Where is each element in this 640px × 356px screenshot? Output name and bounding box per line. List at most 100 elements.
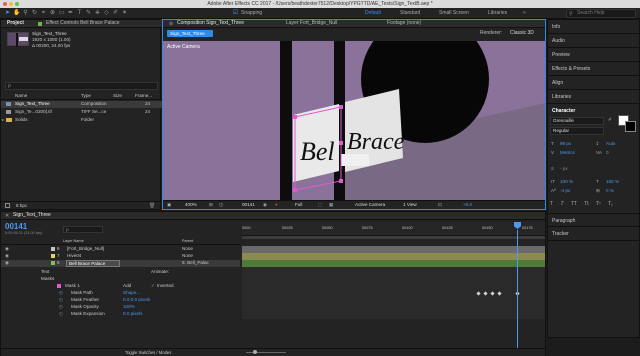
mask-visibility-icon[interactable]: ◫ xyxy=(219,202,223,208)
text-property-group[interactable]: Text xyxy=(41,269,49,275)
brush-tool-icon[interactable]: ✎ xyxy=(85,10,92,17)
layer-duration-bar[interactable] xyxy=(242,246,545,253)
layer-parent[interactable]: None xyxy=(182,253,193,259)
lock-icon[interactable]: ⊘ xyxy=(169,21,173,27)
mask-color-swatch[interactable] xyxy=(57,284,61,288)
panel-audio[interactable]: Audio xyxy=(548,34,640,48)
stopwatch-icon[interactable]: ◴ xyxy=(59,297,63,303)
superscript-button[interactable]: T¹ xyxy=(596,201,601,207)
label-color-swatch[interactable] xyxy=(51,254,55,258)
layer-parent[interactable]: 9. Bell_Palac xyxy=(182,260,209,266)
pan-behind-tool-icon[interactable]: ⊕ xyxy=(49,10,56,17)
font-family-dropdown[interactable]: Grenouille xyxy=(550,117,604,125)
eraser-tool-icon[interactable]: ◇ xyxy=(103,10,110,17)
tab-effect-controls[interactable]: Effect Controls Bell Brace Palace xyxy=(46,20,120,27)
pixel-aspect-icon[interactable]: ⊡ xyxy=(438,202,442,208)
camera-view-dropdown[interactable]: Active Camera xyxy=(355,202,385,208)
baseline-shift-value[interactable]: -4 px xyxy=(560,188,570,194)
tab-composition[interactable]: Composition Sign_Text_Three xyxy=(177,20,244,27)
column-frame[interactable]: Frame... xyxy=(135,93,152,99)
rotate-tool-icon[interactable]: ↻ xyxy=(31,10,38,17)
mask-opacity-row[interactable]: ◴ Mask Opacity 100% xyxy=(1,304,240,311)
faux-bold-button[interactable]: T xyxy=(550,201,553,207)
trash-icon[interactable]: 🗑 xyxy=(149,203,155,209)
rectangle-tool-icon[interactable]: ▭ xyxy=(58,10,65,17)
mask-feather-row[interactable]: ◴ Mask Feather 0.0,0.0 pixels xyxy=(1,297,240,304)
selection-tool-icon[interactable]: ➤ xyxy=(4,10,11,17)
timeline-current-time[interactable]: 00141 xyxy=(5,222,27,231)
mask-expansion-value[interactable]: 0.0 pixels xyxy=(123,311,142,317)
puppet-tool-icon[interactable]: ✶ xyxy=(121,10,128,17)
workspace-libraries[interactable]: Libraries xyxy=(488,10,507,17)
current-time[interactable]: 00141 xyxy=(242,202,255,208)
tab-project[interactable]: Project xyxy=(7,20,24,27)
mask-expansion-row[interactable]: ◴ Mask Expansion 0.0 pixels xyxy=(1,311,240,318)
zoom-window-button[interactable] xyxy=(15,2,19,6)
small-caps-button[interactable]: Tt xyxy=(584,201,588,207)
work-area-bar[interactable] xyxy=(242,236,545,239)
always-preview-icon[interactable]: ▣ xyxy=(167,202,171,208)
mask-feather-value[interactable]: 0.0,0.0 pixels xyxy=(123,297,150,303)
tab-timeline-comp[interactable]: Sign_Text_Three xyxy=(13,212,51,219)
composition-viewer[interactable]: Bel Brace Active Camera xyxy=(163,41,545,200)
layer-name-box[interactable]: Bell Brace Palace xyxy=(66,260,120,267)
layer-row[interactable]: ◉ 7 Hive04 None xyxy=(1,253,240,260)
font-size-value[interactable]: 98 px xyxy=(560,141,571,147)
visibility-eye-icon[interactable]: ◉ xyxy=(5,260,9,266)
minimize-window-button[interactable] xyxy=(9,2,13,6)
panel-align[interactable]: Align xyxy=(548,76,640,90)
leading-value[interactable]: Auto xyxy=(606,141,615,147)
stopwatch-icon[interactable]: ◴ xyxy=(59,311,63,317)
close-tab-icon[interactable]: ✕ xyxy=(5,213,9,219)
snapping-checkbox-icon[interactable]: ☑ xyxy=(232,10,239,17)
type-tool-icon[interactable]: T xyxy=(76,10,83,17)
label-color-swatch[interactable] xyxy=(51,261,55,265)
roto-brush-tool-icon[interactable]: ✐ xyxy=(112,10,119,17)
stroke-color-swatch[interactable] xyxy=(625,121,636,132)
bpc-label[interactable]: 8 bpc xyxy=(16,203,27,209)
tsume-value[interactable]: 0 % xyxy=(606,188,614,194)
inverted-checkbox-icon[interactable]: ✓ xyxy=(151,283,155,289)
view-layout-dropdown[interactable]: 1 View xyxy=(403,202,417,208)
exposure-value[interactable]: +0.0 xyxy=(463,202,472,208)
mask-mode-dropdown[interactable]: Add xyxy=(123,283,131,289)
comp-name-tab[interactable]: Sign_Text_Three xyxy=(167,30,213,37)
panel-libraries[interactable]: Libraries xyxy=(548,90,640,104)
search-help-field[interactable]: ⚲ Search Help xyxy=(566,9,636,18)
all-caps-button[interactable]: TT xyxy=(571,201,577,207)
toggle-switches-modes[interactable]: Toggle Switches / Modes xyxy=(125,350,171,356)
workspace-default[interactable]: Default xyxy=(365,10,381,17)
pen-tool-icon[interactable]: ✒ xyxy=(67,10,74,17)
mask-vertex[interactable] xyxy=(293,188,297,192)
layer-row[interactable]: ◉ 6 [Fort_Bridge_Null] None xyxy=(1,246,240,253)
layer-duration-bar[interactable] xyxy=(242,253,545,260)
zoom-dropdown[interactable]: 400% xyxy=(185,202,197,208)
zoom-tool-icon[interactable]: ⚲ xyxy=(22,10,29,17)
transparency-grid-icon[interactable]: ▦ xyxy=(329,202,333,208)
mask-row[interactable]: Mask 1 Add ✓ Inverted xyxy=(1,283,240,290)
subscript-button[interactable]: T₁ xyxy=(608,201,613,207)
header-layer-name[interactable]: Layer Name xyxy=(63,239,84,244)
mask-path-row[interactable]: ◴ Mask Path Shape... xyxy=(1,290,240,297)
tab-layer[interactable]: Layer Fort_Bridge_Null xyxy=(286,20,337,27)
timeline-search-input[interactable]: ρ xyxy=(63,226,103,233)
panel-preview[interactable]: Preview xyxy=(548,48,640,62)
layer-duration-bar-selected[interactable] xyxy=(242,260,545,267)
masks-property-group[interactable]: Masks xyxy=(41,276,54,282)
layer-row-selected[interactable]: ◉ 8 Bell Brace Palace 9. Bell_Palac xyxy=(1,260,240,267)
renderer-value[interactable]: Classic 3D xyxy=(510,30,534,37)
header-parent[interactable]: Parent xyxy=(182,239,193,244)
region-of-interest-icon[interactable]: ⬚ xyxy=(318,202,322,208)
animate-label[interactable]: Animate: xyxy=(151,269,169,275)
resolution-dropdown[interactable]: Full xyxy=(295,202,302,208)
horizontal-scale-value[interactable]: 100 % xyxy=(606,179,619,185)
interpret-footage-icon[interactable] xyxy=(5,203,10,208)
eyedropper-icon[interactable]: ✐ xyxy=(608,117,612,123)
project-item[interactable]: Sign_Text_Three Composition 24 xyxy=(1,101,162,108)
mask-name[interactable]: Mask 1 xyxy=(65,283,80,289)
column-size[interactable]: Size xyxy=(113,93,122,99)
grid-icon[interactable]: ⊞ xyxy=(209,202,213,208)
kerning-value[interactable]: Metrics xyxy=(560,150,575,156)
panel-tracker[interactable]: Tracker xyxy=(548,227,640,241)
camera-tool-icon[interactable]: ⌖ xyxy=(40,10,47,17)
